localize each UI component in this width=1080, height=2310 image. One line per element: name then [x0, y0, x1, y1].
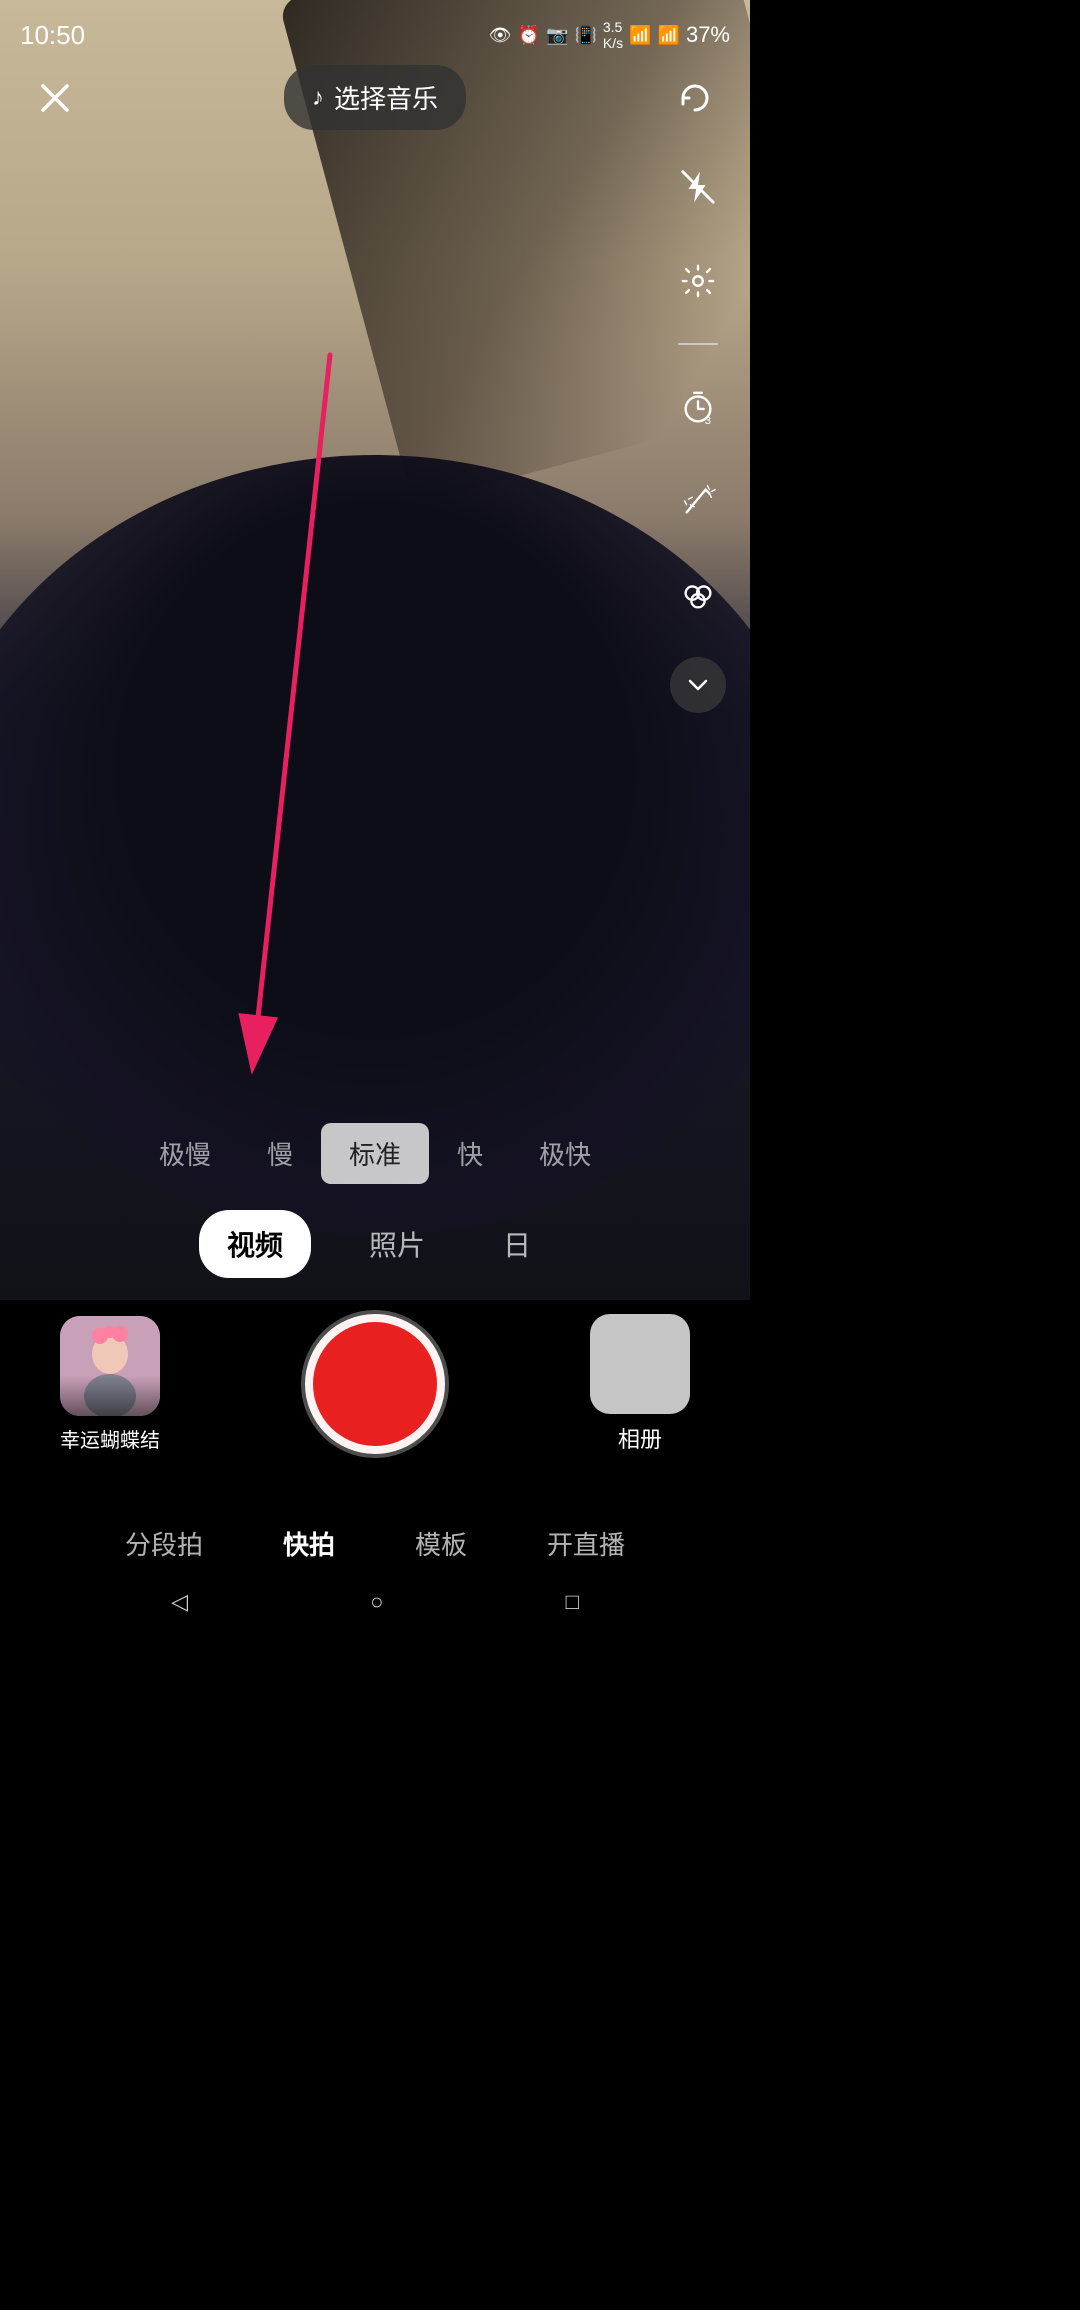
shutter-button[interactable]: [305, 1314, 445, 1454]
bottom-area: 极慢 慢 标准 快 极快 视频 照片 日: [0, 1103, 750, 1464]
mode-day[interactable]: 日: [483, 1210, 551, 1278]
divider: [678, 343, 718, 345]
music-select-button[interactable]: ♪ 选择音乐: [284, 65, 466, 130]
flash-toggle-button[interactable]: [666, 155, 730, 219]
camera-icon: 📷: [546, 25, 568, 46]
close-button[interactable]: [25, 68, 85, 128]
speed-slow[interactable]: 慢: [239, 1123, 321, 1184]
more-options-button[interactable]: [670, 657, 726, 713]
mode-photo[interactable]: 照片: [341, 1210, 453, 1278]
home-button[interactable]: ○: [370, 1589, 383, 1615]
mode-selector: 视频 照片 日: [0, 1194, 750, 1294]
filter-thumbnail[interactable]: [60, 1316, 160, 1416]
alarm-icon: ⏰: [518, 25, 540, 46]
eye-icon: 👁: [489, 25, 512, 46]
flip-camera-button[interactable]: [665, 68, 725, 128]
music-label: 选择音乐: [334, 79, 438, 116]
shutter-row: 幸运蝴蝶结 相册: [0, 1294, 750, 1464]
status-icons: 👁 ⏰ 📷 📳 3.5K/s 📶 📶 37%: [489, 19, 730, 51]
speed-very-fast[interactable]: 极快: [511, 1123, 619, 1184]
svg-text:3: 3: [705, 415, 711, 426]
timer-button[interactable]: 3: [666, 375, 730, 439]
bottom-nav: 分段拍 快拍 模板 开直播: [0, 1499, 750, 1580]
speed-selector: 极慢 慢 标准 快 极快: [0, 1103, 750, 1194]
signal-icon: 📶: [658, 25, 680, 46]
beauty-button[interactable]: [666, 563, 730, 627]
right-controls: 3: [666, 155, 730, 713]
wifi-icon: 📶: [629, 25, 651, 46]
mode-video[interactable]: 视频: [199, 1210, 311, 1278]
speed-fast[interactable]: 快: [429, 1123, 511, 1184]
speed-very-slow[interactable]: 极慢: [131, 1123, 239, 1184]
nav-live[interactable]: 开直播: [537, 1517, 635, 1570]
nav-template[interactable]: 模板: [405, 1517, 477, 1570]
album-container: 相册: [590, 1314, 690, 1454]
album-label: 相册: [590, 1422, 690, 1454]
status-bar: 10:50 👁 ⏰ 📷 📳 3.5K/s 📶 📶 37%: [0, 0, 750, 60]
album-button[interactable]: [590, 1314, 690, 1414]
nav-segment[interactable]: 分段拍: [115, 1517, 213, 1570]
settings-button[interactable]: [666, 249, 730, 313]
battery-status: 37%: [686, 22, 730, 48]
speed-icon: 3.5K/s: [603, 19, 623, 51]
recents-button[interactable]: □: [566, 1589, 579, 1615]
vibrate-icon: 📳: [574, 25, 596, 46]
nav-quick-shoot[interactable]: 快拍: [273, 1517, 345, 1570]
speed-normal[interactable]: 标准: [321, 1123, 429, 1184]
effects-button[interactable]: [666, 469, 730, 533]
filter-name: 幸运蝴蝶结: [60, 1424, 160, 1453]
top-controls: ♪ 选择音乐: [0, 65, 750, 130]
filter-preview-container: 幸运蝴蝶结: [60, 1316, 160, 1453]
status-time: 10:50: [20, 20, 85, 51]
music-icon: ♪: [312, 84, 324, 112]
back-button[interactable]: ◁: [171, 1589, 188, 1615]
system-nav-bar: ◁ ○ □: [0, 1580, 750, 1624]
